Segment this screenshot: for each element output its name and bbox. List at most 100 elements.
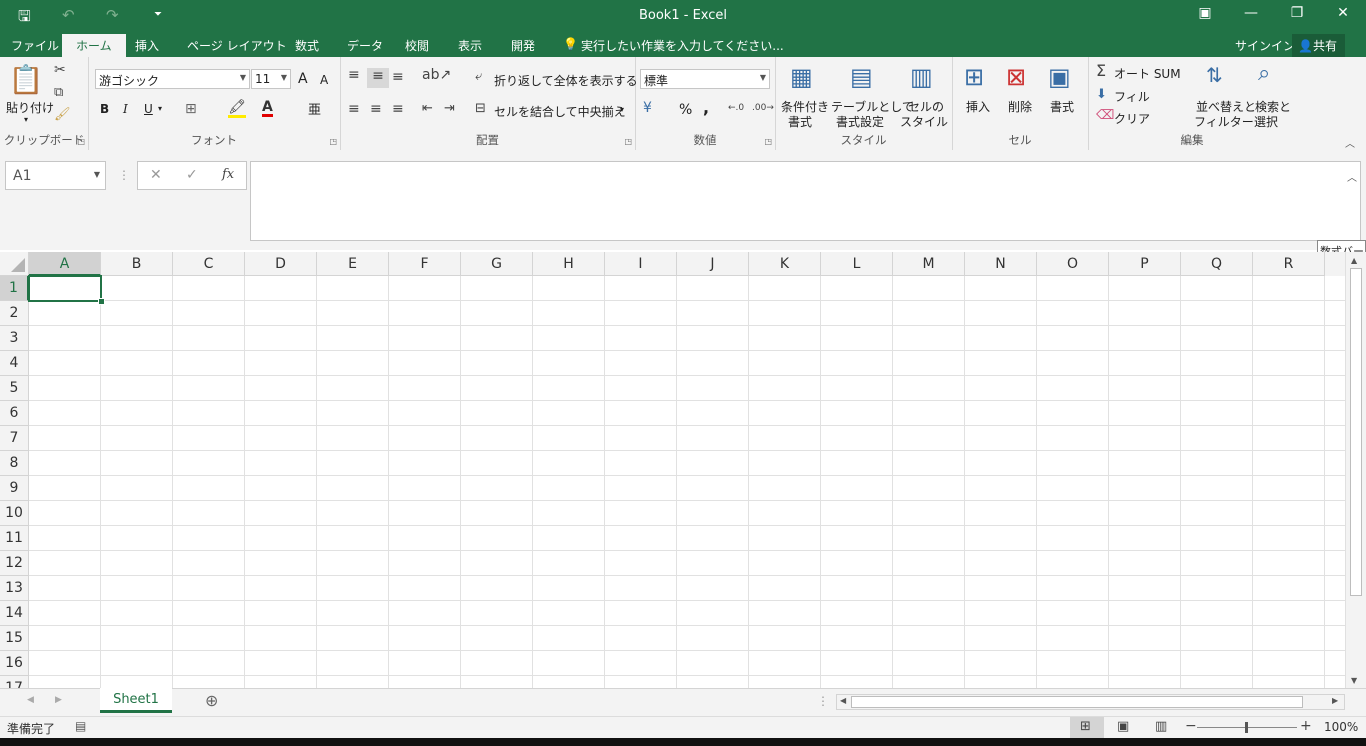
column-header-c[interactable]: C bbox=[173, 252, 245, 276]
tab-file[interactable]: ファイル bbox=[11, 37, 59, 54]
delete-cells-icon[interactable]: ⊠ bbox=[1006, 63, 1026, 91]
signin-link[interactable]: サインイン bbox=[1235, 37, 1295, 54]
scroll-up-icon[interactable]: ▲ bbox=[1351, 256, 1357, 265]
merge-center-button[interactable]: セルを結合して中央揃え bbox=[494, 103, 626, 120]
scroll-left-icon[interactable]: ◀ bbox=[840, 696, 846, 705]
sigma-icon[interactable]: Σ bbox=[1096, 61, 1106, 80]
close-icon[interactable]: ✕ bbox=[1328, 5, 1358, 21]
underline-button[interactable]: U bbox=[144, 102, 153, 116]
bold-button[interactable]: B bbox=[100, 102, 109, 116]
increase-indent-icon[interactable]: ⇥ bbox=[444, 101, 455, 116]
column-header-p[interactable]: P bbox=[1109, 252, 1181, 276]
row-header-12[interactable]: 12 bbox=[0, 551, 29, 576]
row-header-6[interactable]: 6 bbox=[0, 401, 29, 426]
scroll-down-icon[interactable]: ▼ bbox=[1351, 676, 1357, 685]
column-header-l[interactable]: L bbox=[821, 252, 893, 276]
column-header-r[interactable]: R bbox=[1253, 252, 1325, 276]
column-header-d[interactable]: D bbox=[245, 252, 317, 276]
font-launcher-icon[interactable]: ◳ bbox=[329, 137, 337, 146]
phonetic-icon[interactable]: 亜 bbox=[308, 99, 321, 118]
number-format-select[interactable]: 標準 ▼ bbox=[640, 69, 770, 89]
row-header-2[interactable]: 2 bbox=[0, 301, 29, 326]
collapse-ribbon-icon[interactable]: ︿ bbox=[1345, 135, 1355, 150]
cancel-icon[interactable]: ✕ bbox=[150, 167, 162, 183]
fill-button[interactable]: フィル bbox=[1114, 88, 1150, 105]
font-size-select[interactable]: 11 ▼ bbox=[251, 69, 291, 89]
row-header-14[interactable]: 14 bbox=[0, 601, 29, 626]
insert-cells-icon[interactable]: ⊞ bbox=[964, 63, 984, 91]
decrease-decimal-icon[interactable]: .00→ bbox=[752, 103, 774, 113]
minimize-icon[interactable]: — bbox=[1236, 5, 1266, 21]
ribbon-display-options-icon[interactable]: ▣ bbox=[1190, 5, 1220, 21]
column-header-q[interactable]: Q bbox=[1181, 252, 1253, 276]
merge-icon[interactable]: ⊟ bbox=[475, 101, 486, 116]
autosum-button[interactable]: オート SUM bbox=[1114, 65, 1181, 82]
name-box[interactable]: A1 ▼ bbox=[5, 161, 106, 190]
align-left-icon[interactable]: ≡ bbox=[348, 101, 360, 117]
align-middle-icon[interactable]: ≡ bbox=[367, 68, 389, 88]
selected-cell-a1[interactable] bbox=[28, 275, 102, 302]
row-header-16[interactable]: 16 bbox=[0, 651, 29, 676]
format-painter-icon[interactable]: 🖌 bbox=[54, 107, 71, 122]
prev-sheet-icon[interactable]: ◀ bbox=[27, 695, 34, 705]
collapse-formula-bar-icon[interactable]: ︿ bbox=[1347, 169, 1357, 184]
eraser-icon[interactable]: ⌫ bbox=[1096, 108, 1114, 123]
row-header-1[interactable]: 1 bbox=[0, 276, 29, 301]
horizontal-scroll-thumb[interactable] bbox=[851, 696, 1303, 708]
align-center-icon[interactable]: ≡ bbox=[370, 101, 382, 117]
share-button[interactable]: 👤共有 bbox=[1292, 34, 1345, 57]
cut-icon[interactable]: ✂ bbox=[54, 62, 66, 78]
select-all-button[interactable] bbox=[0, 252, 29, 276]
column-header-f[interactable]: F bbox=[389, 252, 461, 276]
format-cells-icon[interactable]: ▣ bbox=[1048, 63, 1071, 91]
tab-formulas[interactable]: 数式 bbox=[295, 37, 319, 54]
paste-button[interactable]: 貼り付け bbox=[6, 99, 54, 116]
scroll-right-icon[interactable]: ▶ bbox=[1332, 696, 1338, 705]
insert-function-icon[interactable]: fx bbox=[222, 167, 234, 182]
row-header-7[interactable]: 7 bbox=[0, 426, 29, 451]
copy-icon[interactable]: ⧉ bbox=[54, 85, 63, 100]
zoom-in-icon[interactable]: + bbox=[1300, 718, 1312, 734]
wrap-text-button[interactable]: 折り返して全体を表示する bbox=[494, 72, 638, 89]
format-cells-button[interactable]: 書式 bbox=[1050, 98, 1074, 115]
tab-home[interactable]: ホーム bbox=[62, 34, 126, 57]
decrease-indent-icon[interactable]: ⇤ bbox=[422, 101, 433, 116]
sort-filter-icon[interactable]: ⇅ bbox=[1206, 63, 1223, 87]
tab-view[interactable]: 表示 bbox=[458, 37, 482, 54]
column-header-n[interactable]: N bbox=[965, 252, 1037, 276]
column-header-o[interactable]: O bbox=[1037, 252, 1109, 276]
cell-grid[interactable] bbox=[29, 276, 1345, 688]
column-header-h[interactable]: H bbox=[533, 252, 605, 276]
zoom-level[interactable]: 100% bbox=[1324, 720, 1358, 734]
normal-view-button[interactable]: ⊞ bbox=[1070, 717, 1104, 738]
zoom-out-icon[interactable]: − bbox=[1185, 718, 1197, 734]
tell-me-box[interactable]: 実行したい作業を入力してください... bbox=[581, 37, 784, 54]
row-header-17[interactable]: 17 bbox=[0, 676, 29, 688]
paste-dropdown-icon[interactable]: ▾ bbox=[24, 115, 28, 124]
row-header-8[interactable]: 8 bbox=[0, 451, 29, 476]
sheet-tab-sheet1[interactable]: Sheet1 bbox=[100, 688, 172, 713]
font-color-icon[interactable]: A bbox=[262, 100, 273, 117]
number-launcher-icon[interactable]: ◳ bbox=[764, 137, 772, 146]
column-header-k[interactable]: K bbox=[749, 252, 821, 276]
tab-developer[interactable]: 開発 bbox=[511, 37, 535, 54]
merge-dropdown-icon[interactable]: ▾ bbox=[620, 105, 624, 114]
cell-styles-icon[interactable]: ▥ bbox=[910, 63, 933, 91]
column-header-e[interactable]: E bbox=[317, 252, 389, 276]
enter-icon[interactable]: ✓ bbox=[186, 167, 198, 183]
grow-font-button[interactable]: A bbox=[298, 71, 308, 87]
tab-review[interactable]: 校閲 bbox=[405, 37, 429, 54]
row-header-3[interactable]: 3 bbox=[0, 326, 29, 351]
find-select-icon[interactable]: ⌕ bbox=[1258, 61, 1270, 86]
column-header-a[interactable]: A bbox=[29, 252, 101, 276]
tab-data[interactable]: データ bbox=[347, 37, 383, 54]
font-name-select[interactable]: 游ゴシック ▼ bbox=[95, 69, 250, 89]
fill-color-icon[interactable]: 🖍 bbox=[228, 99, 246, 118]
fill-handle[interactable] bbox=[98, 298, 105, 305]
row-header-15[interactable]: 15 bbox=[0, 626, 29, 651]
column-header-i[interactable]: I bbox=[605, 252, 677, 276]
orientation-icon[interactable]: ab↗ bbox=[422, 67, 451, 83]
percent-button[interactable]: % bbox=[679, 102, 692, 118]
row-header-10[interactable]: 10 bbox=[0, 501, 29, 526]
underline-dropdown-icon[interactable]: ▾ bbox=[158, 104, 162, 113]
